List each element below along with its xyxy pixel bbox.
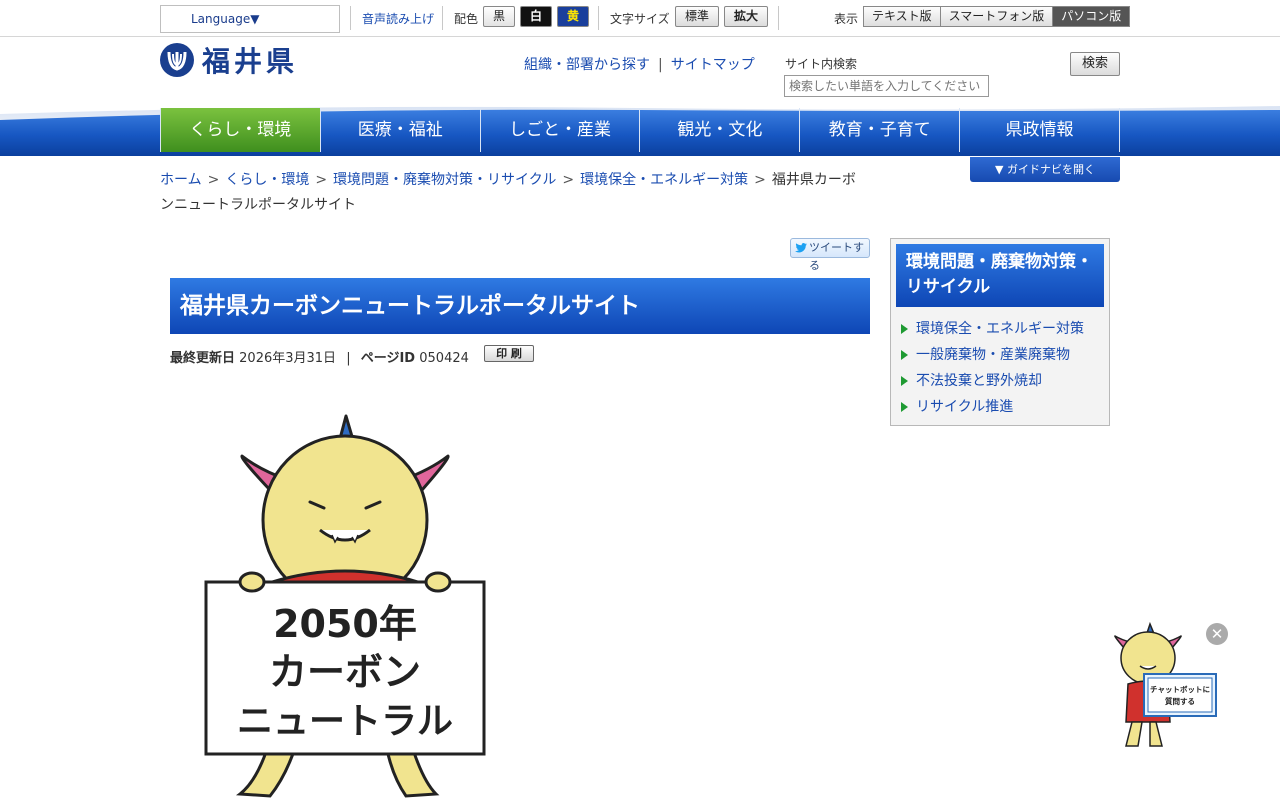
breadcrumb-life-environment[interactable]: くらし・環境 [225,172,309,188]
divider [442,6,443,30]
breadcrumb-conservation-energy[interactable]: 環境保全・エネルギー対策 [580,172,748,188]
nav-item-tourism-culture[interactable]: 観光・文化 [639,108,799,152]
font-size-normal-button[interactable]: 標準 [675,6,719,27]
chatbot-launcher[interactable]: チャットボットに 質問する [1110,622,1220,750]
color-white-button[interactable]: 白 [520,6,552,27]
org-search-link[interactable]: 組織・部署から探す [524,57,650,73]
link-separator: | [658,57,663,73]
display-label: 表示 [834,12,859,26]
breadcrumb-environment-waste[interactable]: 環境問題・廃棄物対策・リサイクル [333,172,556,188]
side-nav-item-recycling[interactable]: リサイクル推進 [901,397,1084,423]
page-id-label: ページID [360,351,416,366]
nav-item-medical-welfare[interactable]: 医療・福祉 [319,108,480,152]
hero-line-3: ニュートラル [237,701,453,742]
color-scheme-label: 配色 [454,12,479,26]
logo-text: 福井県 [202,45,299,78]
prefecture-emblem-icon [160,43,194,77]
breadcrumb-separator: > [754,172,766,188]
meta-separator: | [346,351,351,366]
font-size-large-button[interactable]: 拡大 [724,6,768,27]
side-nav-item-illegal-dumping[interactable]: 不法投棄と野外焼却 [901,371,1084,397]
site-search-input[interactable] [784,75,989,97]
sitemap-link[interactable]: サイトマップ [671,57,755,73]
search-button[interactable]: 検索 [1070,52,1120,76]
language-label: Language▼ [191,12,260,26]
display-smartphone-button[interactable]: スマートフォン版 [940,7,1054,26]
chatbot-text-line-2: 質問する [1165,696,1195,706]
site-logo[interactable]: 福井県 [160,42,298,78]
site-search-label: サイト内検索 [785,57,858,71]
breadcrumb-separator: > [562,172,575,188]
divider [350,6,351,30]
breadcrumb-home[interactable]: ホーム [160,172,202,188]
side-navigation: 環境問題・廃棄物対策・リサイクル 環境保全・エネルギー対策 一般廃棄物・産業廃棄… [890,238,1110,426]
side-nav-title[interactable]: 環境問題・廃棄物対策・リサイクル [896,244,1104,307]
hero-line-1: 2050年 [273,602,417,646]
hero-line-2: カーボン [269,650,421,694]
global-nav: くらし・環境 医療・福祉 しごと・産業 観光・文化 教育・子育て 県政情報 [160,108,1120,152]
breadcrumb-separator: > [315,172,328,188]
display-pc-button[interactable]: パソコン版 [1053,7,1130,26]
side-nav-item-conservation-energy[interactable]: 環境保全・エネルギー対策 [901,319,1084,345]
voice-reader-link[interactable]: 音声読み上げ [362,10,434,27]
display-mode-group: テキスト版 スマートフォン版 パソコン版 [863,6,1131,27]
side-nav-item-waste[interactable]: 一般廃棄物・産業廃棄物 [901,345,1084,371]
header-links: 組織・部署から探す | サイトマップ [524,54,755,74]
font-size-label: 文字サイズ [610,12,670,26]
page-id: 050424 [419,351,469,366]
color-black-button[interactable]: 黒 [483,6,515,27]
nav-item-work-industry[interactable]: しごと・産業 [479,108,640,152]
tweet-button[interactable]: ツイートする [790,238,870,272]
print-button[interactable]: 印 刷 [484,345,534,362]
divider [598,6,599,30]
twitter-bird-icon [795,243,807,253]
carbon-neutral-mascot-image: 2050年 カーボン ニュートラル [204,414,486,798]
nav-item-prefectural-info[interactable]: 県政情報 [959,108,1120,152]
nav-item-life-environment[interactable]: くらし・環境 [160,108,320,152]
page-meta: 最終更新日 2026年3月31日 | ページID 050424 [170,347,469,366]
breadcrumb: ホーム > くらし・環境 > 環境問題・廃棄物対策・リサイクル > 環境保全・エネルギー対策… [160,168,860,218]
guide-navi-button[interactable]: ▼ ガイドナビを開く [970,157,1120,182]
chatbot-text-line-1: チャットボットに [1150,684,1210,694]
color-yellow-button[interactable]: 黄 [557,6,589,27]
breadcrumb-separator: > [207,172,220,188]
tweet-label: ツイートする [809,241,864,272]
page-title: 福井県カーボンニュートラルポータルサイト [170,278,870,334]
updated-date: 2026年3月31日 [239,351,337,366]
display-text-button[interactable]: テキスト版 [864,7,941,26]
utility-bar: Language▼ 音声読み上げ 配色 黒 白 黄 文字サイズ 標準 拡大 表示… [0,0,1280,37]
side-nav-list: 環境保全・エネルギー対策 一般廃棄物・産業廃棄物 不法投棄と野外焼却 リサイクル… [901,319,1084,423]
language-select[interactable]: Language▼ [160,5,340,33]
chatbot-close-icon[interactable]: ✕ [1206,623,1228,645]
divider [778,6,779,30]
updated-label: 最終更新日 [170,351,236,366]
nav-item-education-childcare[interactable]: 教育・子育て [799,108,959,152]
